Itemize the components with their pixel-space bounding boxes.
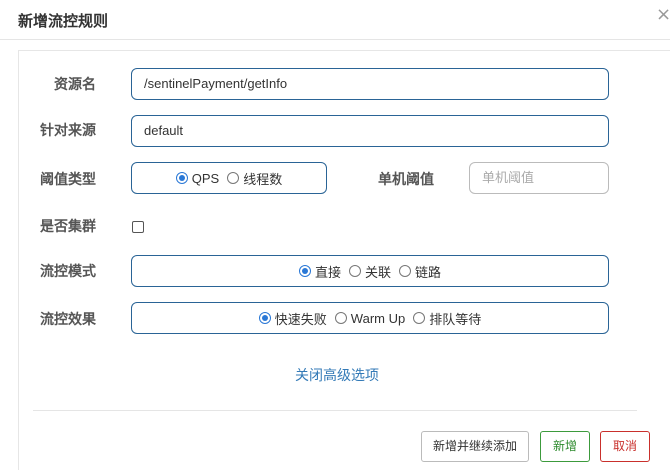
- add-button[interactable]: 新增: [540, 431, 590, 462]
- toggle-advanced-link[interactable]: 关闭高级选项: [295, 365, 379, 385]
- radio-unchecked-icon[interactable]: [399, 265, 411, 277]
- add-and-continue-button[interactable]: 新增并继续添加: [421, 431, 529, 462]
- dialog-title: 新增流控规则: [18, 12, 109, 30]
- control-effect-label: 流控效果: [40, 312, 96, 328]
- close-icon[interactable]: ×: [656, 4, 670, 26]
- radio-checked-icon[interactable]: [175, 172, 188, 184]
- radio-unchecked-icon[interactable]: [334, 312, 347, 324]
- limit-app-label: 针对来源: [40, 123, 96, 139]
- cancel-button[interactable]: 取消: [600, 431, 650, 462]
- radio-queue-label: 排队等待: [429, 311, 482, 327]
- radio-direct[interactable]: 直接: [298, 262, 341, 281]
- threshold-type-radio-group: QPS 线程数: [131, 162, 327, 194]
- radio-qps[interactable]: QPS: [175, 170, 220, 186]
- radio-checked-icon[interactable]: [258, 312, 271, 324]
- radio-warm-up-label: Warm Up: [350, 310, 406, 326]
- cluster-mode-label: 是否集群: [40, 219, 96, 235]
- control-mode-radio-group: 直接 关联 链路: [131, 255, 609, 287]
- flow-rule-dialog: 新增流控规则 × 资源名 /sentinelPayment/getInfo 针对…: [0, 0, 670, 476]
- dialog-edge: [0, 40, 18, 476]
- radio-relate[interactable]: 关联: [348, 262, 391, 281]
- resource-name-label: 资源名: [54, 77, 96, 93]
- single-threshold-input[interactable]: 单机阈值: [469, 162, 609, 194]
- radio-chain[interactable]: 链路: [399, 262, 441, 281]
- limit-app-input[interactable]: default: [131, 115, 609, 147]
- cluster-mode-checkbox[interactable]: [132, 221, 144, 233]
- radio-warm-up[interactable]: Warm Up: [334, 310, 406, 326]
- radio-chain-label: 链路: [415, 264, 442, 280]
- single-threshold-label: 单机阈值: [378, 172, 434, 188]
- radio-checked-icon[interactable]: [298, 265, 311, 277]
- radio-thread-count[interactable]: 线程数: [227, 169, 282, 188]
- radio-unchecked-icon[interactable]: [348, 265, 361, 277]
- radio-qps-label: QPS: [191, 170, 220, 186]
- control-mode-label: 流控模式: [40, 264, 96, 280]
- resource-name-input[interactable]: /sentinelPayment/getInfo: [131, 68, 609, 100]
- radio-relate-label: 关联: [364, 264, 391, 280]
- radio-thread-count-label: 线程数: [243, 171, 283, 187]
- radio-fast-fail-label: 快速失败: [274, 311, 327, 327]
- dialog-header: 新增流控规则 ×: [0, 0, 670, 40]
- radio-fast-fail[interactable]: 快速失败: [258, 309, 327, 328]
- radio-direct-label: 直接: [314, 264, 341, 280]
- radio-unchecked-icon[interactable]: [413, 312, 426, 324]
- radio-queue[interactable]: 排队等待: [413, 309, 481, 328]
- radio-unchecked-icon[interactable]: [227, 172, 240, 184]
- footer-divider: [33, 410, 637, 411]
- threshold-type-label: 阈值类型: [40, 172, 96, 188]
- control-effect-radio-group: 快速失败 Warm Up 排队等待: [131, 302, 609, 334]
